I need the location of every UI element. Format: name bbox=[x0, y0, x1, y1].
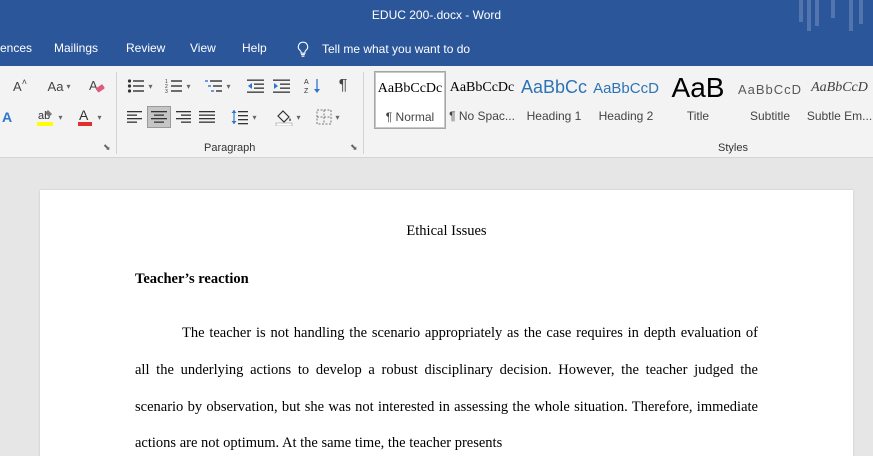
style-sample: AaBbCcD bbox=[737, 82, 803, 97]
justify-icon bbox=[199, 111, 215, 123]
style-name: Heading 2 bbox=[598, 109, 654, 123]
paragraph-dialog-launcher-icon[interactable]: ⬊ bbox=[350, 142, 360, 152]
style-name: ¶ No Spac... bbox=[449, 109, 515, 123]
font-color-button[interactable]: A ▾ bbox=[72, 106, 106, 128]
svg-text:Z: Z bbox=[304, 88, 309, 95]
style-sample: AaBbCcD bbox=[811, 80, 868, 95]
style-name: Subtitle bbox=[749, 109, 791, 123]
borders-icon bbox=[316, 109, 332, 125]
pilcrow-icon: ¶ bbox=[338, 77, 348, 94]
style-title[interactable]: AaB Title bbox=[662, 71, 734, 129]
grow-font-button[interactable]: A ˄ bbox=[2, 75, 38, 97]
tell-me-label: Tell me what you want to do bbox=[322, 42, 471, 56]
decrease-indent-icon bbox=[247, 79, 264, 93]
style-normal[interactable]: AaBbCcDc ¶ Normal bbox=[374, 71, 446, 129]
font-color-icon: A bbox=[78, 108, 93, 126]
align-center-icon bbox=[151, 111, 167, 123]
style-name: Subtle Em... bbox=[806, 109, 873, 123]
align-center-button[interactable] bbox=[147, 106, 171, 128]
document-page[interactable]: Ethical Issues Teacher’s reaction The te… bbox=[40, 190, 853, 456]
ribbon-tabs: ences Mailings Review View Help Tell me … bbox=[0, 31, 873, 66]
group-separator bbox=[116, 72, 117, 154]
tab-mailings[interactable]: Mailings bbox=[54, 41, 98, 55]
style-no-spacing[interactable]: AaBbCcDc ¶ No Spac... bbox=[446, 71, 518, 129]
text-effects-button[interactable]: A bbox=[0, 106, 14, 128]
shading-button[interactable]: ▾ bbox=[272, 106, 304, 128]
bullet-list-icon bbox=[128, 79, 145, 93]
style-sample: AaBbCcDc bbox=[449, 80, 515, 95]
tab-review[interactable]: Review bbox=[126, 41, 165, 55]
change-case-icon: Aa bbox=[47, 78, 64, 94]
numbering-button[interactable]: 1 2 3 ▾ bbox=[162, 75, 194, 97]
bullets-button[interactable]: ▾ bbox=[124, 75, 156, 97]
style-heading-2[interactable]: AaBbCcD Heading 2 bbox=[590, 71, 662, 129]
font-dialog-launcher-icon[interactable]: ⬊ bbox=[103, 142, 113, 152]
svg-text:A: A bbox=[304, 79, 309, 86]
style-sample: AaBbCcD bbox=[593, 80, 659, 97]
lightbulb-icon bbox=[297, 41, 309, 57]
increase-indent-icon bbox=[273, 79, 290, 93]
style-sample: AaB bbox=[671, 72, 725, 103]
highlight-color-button[interactable]: ab ▾ bbox=[30, 106, 68, 128]
styles-gallery: AaBbCcDc ¶ Normal AaBbCcDc ¶ No Spac... … bbox=[372, 71, 873, 131]
style-name: Heading 1 bbox=[526, 109, 582, 123]
tab-help[interactable]: Help bbox=[242, 41, 267, 55]
clear-formatting-icon: A bbox=[89, 78, 105, 93]
document-title: Ethical Issues bbox=[406, 223, 487, 239]
line-spacing-icon bbox=[231, 110, 249, 125]
title-bar: EDUC 200-.docx - Word bbox=[0, 0, 873, 31]
style-subtitle[interactable]: AaBbCcD Subtitle bbox=[734, 71, 806, 129]
increase-indent-button[interactable] bbox=[272, 75, 292, 97]
window-title: EDUC 200-.docx - Word bbox=[371, 8, 502, 22]
borders-button[interactable]: ▾ bbox=[312, 106, 344, 128]
svg-text:A: A bbox=[89, 78, 98, 93]
multilevel-list-button[interactable]: ▾ bbox=[202, 75, 234, 97]
highlighter-icon: ab bbox=[37, 110, 54, 126]
show-formatting-button[interactable]: ¶ bbox=[332, 75, 354, 97]
align-left-button[interactable] bbox=[124, 106, 146, 128]
svg-text:A: A bbox=[79, 108, 89, 123]
paragraph-group-label: Paragraph bbox=[204, 142, 256, 154]
styles-group-label: Styles bbox=[718, 142, 748, 154]
numbered-list-icon: 1 2 3 bbox=[165, 79, 183, 94]
style-sample: AaBbCc bbox=[520, 77, 588, 97]
sort-icon: A Z bbox=[304, 79, 320, 95]
document-paragraph: The teacher is not handling the scenario… bbox=[135, 325, 758, 452]
document-heading: Teacher’s reaction bbox=[135, 271, 249, 287]
decrease-indent-button[interactable] bbox=[246, 75, 266, 97]
paint-bucket-icon bbox=[276, 110, 293, 126]
clear-formatting-button[interactable]: A bbox=[86, 75, 108, 97]
tab-references[interactable]: ences bbox=[0, 41, 32, 55]
sort-button[interactable]: A Z bbox=[302, 75, 324, 97]
multilevel-list-icon bbox=[205, 80, 223, 92]
justify-button[interactable] bbox=[196, 106, 218, 128]
tell-me-search[interactable]: Tell me what you want to do bbox=[296, 41, 470, 57]
style-sample: AaBbCcDc bbox=[377, 81, 443, 96]
text-effects-icon: A bbox=[1, 109, 13, 125]
svg-text:3: 3 bbox=[165, 89, 168, 94]
line-spacing-button[interactable]: ▾ bbox=[228, 106, 260, 128]
tab-view[interactable]: View bbox=[190, 41, 216, 55]
style-subtle-emphasis[interactable]: AaBbCcD Subtle Em... bbox=[806, 71, 873, 129]
align-right-button[interactable] bbox=[172, 106, 194, 128]
ribbon: A ˄ Aa ▾ A A ab ▾ A ▾ ⬊ ▾ 1 2 3 ▾ ▾ A Z … bbox=[0, 66, 873, 158]
align-right-icon bbox=[176, 111, 191, 123]
style-name: ¶ Normal bbox=[385, 110, 435, 124]
title-bar-pattern bbox=[793, 0, 873, 31]
align-left-icon bbox=[127, 111, 142, 123]
change-case-button[interactable]: Aa ▾ bbox=[42, 75, 76, 97]
style-name: Title bbox=[686, 109, 710, 123]
grow-font-icon: A bbox=[13, 78, 22, 94]
style-heading-1[interactable]: AaBbCc Heading 1 bbox=[518, 71, 590, 129]
group-separator bbox=[363, 72, 364, 154]
